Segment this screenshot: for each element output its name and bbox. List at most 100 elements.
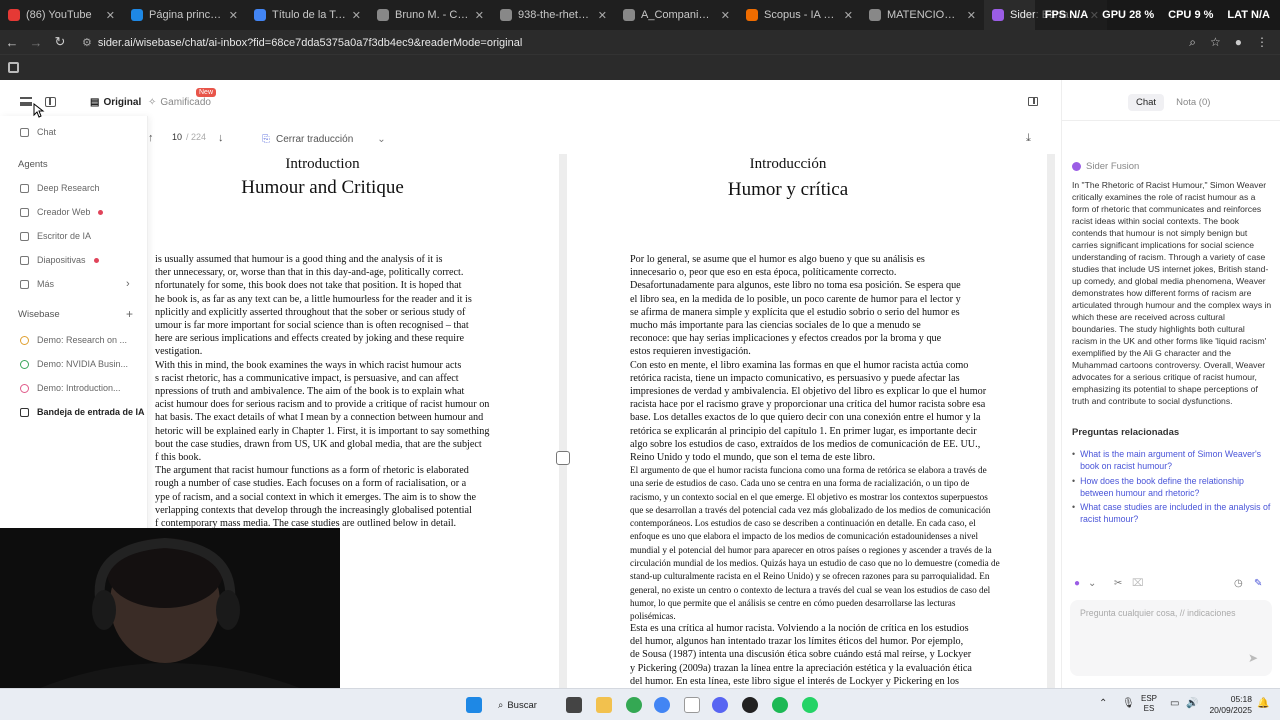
notification-icon[interactable]: 🔔 xyxy=(1257,698,1269,709)
panel-divider xyxy=(1062,120,1280,121)
close-tab-icon[interactable]: ✕ xyxy=(721,9,730,22)
system-monitor-overlay: FPS N/A GPU 28 % CPU 9 % LAT N/A xyxy=(1034,0,1280,30)
task-view-icon[interactable] xyxy=(566,697,582,713)
menu-item-label: Creador Web xyxy=(37,207,91,217)
browser-tab[interactable]: Bruno M. - Caracterís ✕ xyxy=(369,0,492,30)
fps-label: FPS xyxy=(1044,9,1067,21)
file-explorer-icon[interactable] xyxy=(596,697,612,713)
menu-item-deep-research[interactable]: Deep Research xyxy=(20,180,100,196)
new-dot xyxy=(98,209,104,215)
menu-item-web-creator[interactable]: Creador Web xyxy=(20,204,104,220)
site-info-icon[interactable]: ⚙ xyxy=(82,37,92,49)
spotify-icon[interactable] xyxy=(772,697,788,713)
menu-item-slides[interactable]: Diapositivas xyxy=(20,252,99,268)
browser-tab[interactable]: Página principal - Go ✕ xyxy=(123,0,246,30)
speaker-icon[interactable]: 🔊 xyxy=(1186,698,1198,709)
apps-grid-icon[interactable] xyxy=(8,62,19,73)
close-translation-button[interactable]: ⎘ Cerrar traducción ⌄ xyxy=(252,128,396,150)
split-view-icon[interactable] xyxy=(1028,97,1038,106)
related-question-3[interactable]: • What case studies are included in the a… xyxy=(1072,501,1272,525)
menu-item-demo-research[interactable]: Demo: Research on ... xyxy=(20,332,127,348)
tray-overflow-icon[interactable]: ⌃ xyxy=(1099,698,1107,709)
menu-item-more[interactable]: Más xyxy=(20,276,54,292)
reload-icon[interactable]: ↻ xyxy=(48,34,72,50)
related-question-2[interactable]: • How does the book define the relationsh… xyxy=(1072,475,1272,499)
bookmark-star-icon[interactable]: ☆ xyxy=(1210,35,1221,50)
new-chat-icon[interactable]: ✎ xyxy=(1254,578,1262,589)
page-down-icon[interactable]: ↓ xyxy=(218,132,224,144)
chat-input[interactable]: Pregunta cualquier cosa, // indicaciones xyxy=(1070,600,1272,676)
media-app-icon[interactable] xyxy=(742,697,758,713)
close-tab-icon[interactable]: ✕ xyxy=(106,9,115,22)
chevron-right-icon[interactable]: › xyxy=(126,278,130,290)
menu-item-demo-intro[interactable]: Demo: Introduction... xyxy=(20,380,121,396)
translate-icon: ⎘ xyxy=(262,133,270,145)
back-icon[interactable]: ← xyxy=(0,35,24,50)
browser-tab[interactable]: (86) YouTube ✕ xyxy=(0,0,123,30)
document-app-icon[interactable] xyxy=(684,697,700,713)
translated-page: Introducción Humor y crítica Por lo gene… xyxy=(567,154,1047,688)
chrome-icon[interactable] xyxy=(626,697,642,713)
chevron-down-icon[interactable]: ⌄ xyxy=(377,134,385,145)
menu-item-ai-inbox[interactable]: Bandeja de entrada de IA xyxy=(20,404,145,420)
close-tab-icon[interactable]: ✕ xyxy=(844,9,853,22)
scissors-icon[interactable]: ✂ xyxy=(1114,578,1122,589)
browser-tab[interactable]: Scopus - IA de Scopu ✕ xyxy=(738,0,861,30)
browser-tab[interactable]: MATENCIO_NUÑEZ_ ✕ xyxy=(861,0,984,30)
chrome-profile-icon[interactable] xyxy=(654,697,670,713)
add-icon[interactable]: + xyxy=(126,307,133,321)
menu-item-ai-writer[interactable]: Escritor de IA xyxy=(20,228,91,244)
close-tab-icon[interactable]: ✕ xyxy=(229,9,238,22)
display-icon[interactable]: ▭ xyxy=(1170,698,1179,709)
sidebar-toggle-icon[interactable] xyxy=(45,97,56,107)
taskbar-search-label: Buscar xyxy=(507,699,537,711)
close-tab-icon[interactable]: ✕ xyxy=(352,9,361,22)
history-icon[interactable]: ◷ xyxy=(1234,578,1243,589)
tab-notes[interactable]: Nota (0) xyxy=(1168,94,1218,111)
menu-icon[interactable] xyxy=(20,97,32,106)
tab-chat[interactable]: Chat xyxy=(1128,94,1165,111)
page-up-icon[interactable]: ↑ xyxy=(148,132,154,144)
zoom-icon[interactable]: ⌕ xyxy=(1189,35,1196,50)
browser-tab[interactable]: 938-the-rhetoric-of- ✕ xyxy=(492,0,615,30)
translate-toggle-icon[interactable] xyxy=(556,451,570,465)
model-name: Sider Fusion xyxy=(1086,161,1140,172)
text-line: algo sobre los estudios de caso, extraíd… xyxy=(630,438,981,450)
attach-icon[interactable]: ⌧ xyxy=(1132,578,1144,589)
text-line: Con esto en mente, el libro examina las … xyxy=(630,359,969,371)
forward-icon[interactable]: → xyxy=(24,35,48,50)
demo-icon xyxy=(20,359,29,369)
related-question-1[interactable]: • What is the main argument of Simon Weav… xyxy=(1072,448,1272,472)
close-tab-icon[interactable]: ✕ xyxy=(598,9,607,22)
text-line: acist humour does for serious racism and… xyxy=(155,399,490,411)
clock[interactable]: 05:18 20/09/2025 xyxy=(1204,694,1252,716)
chevron-down-icon[interactable]: ⌄ xyxy=(1088,578,1096,589)
discord-icon[interactable] xyxy=(712,697,728,713)
taskbar-search[interactable]: ⌕ Buscar xyxy=(498,696,550,714)
language-indicator[interactable]: ESP ES xyxy=(1141,694,1157,714)
current-page-input[interactable]: 10 xyxy=(172,132,182,142)
webcam-person-image xyxy=(0,528,340,688)
page-navigation: ↑ 10 / 224 ↓ ⎘ Cerrar traducción ⌄ ⤓ xyxy=(140,124,1055,154)
menu-item-label: Deep Research xyxy=(37,183,100,193)
address-bar-row: ← → ↻ ⚙ sider.ai/wisebase/chat/ai-inbox?f… xyxy=(0,30,1280,54)
browser-menu-icon[interactable]: ⋮ xyxy=(1256,35,1268,50)
profile-avatar-icon[interactable]: ● xyxy=(1235,35,1242,50)
menu-item-demo-nvidia[interactable]: Demo: NVIDIA Busin... xyxy=(20,356,128,372)
download-icon[interactable]: ⤓ xyxy=(1026,132,1031,145)
close-tab-icon[interactable]: ✕ xyxy=(967,9,976,22)
text-line: una serie de estudios de caso. Cada uno … xyxy=(630,478,970,489)
whatsapp-icon[interactable] xyxy=(802,697,818,713)
close-tab-icon[interactable]: ✕ xyxy=(475,9,484,22)
url-field[interactable]: ⚙ sider.ai/wisebase/chat/ai-inbox?fid=68c… xyxy=(82,36,1189,49)
send-icon[interactable]: ➤ xyxy=(1248,651,1258,665)
windows-start-icon[interactable] xyxy=(466,697,482,713)
text-line: bout the case studies, drawn from US, UK… xyxy=(155,438,482,450)
browser-tab[interactable]: A_Companion_to_film ✕ xyxy=(615,0,738,30)
model-selector-icon[interactable]: ● xyxy=(1074,578,1080,589)
browser-tab[interactable]: Título de la Tesis - Do ✕ xyxy=(246,0,369,30)
lat-value: N/A xyxy=(1251,9,1270,21)
microphone-icon[interactable]: 🎙 xyxy=(1122,698,1135,709)
menu-item-chat[interactable]: Chat xyxy=(20,124,56,140)
chat-icon xyxy=(20,127,29,137)
